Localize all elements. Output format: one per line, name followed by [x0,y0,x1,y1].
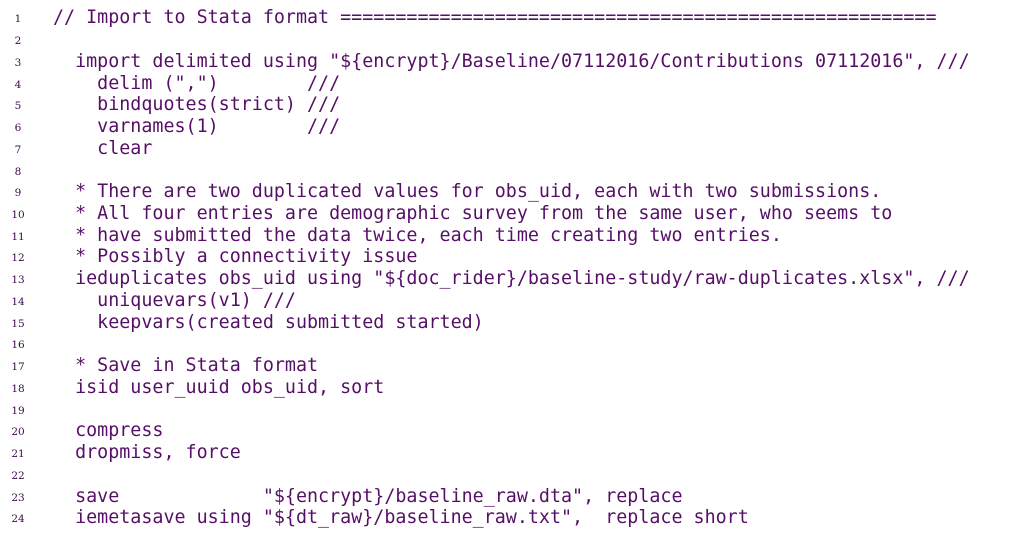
line-number: 9 [14,187,22,200]
code-line: 13 ieduplicates obs_uid using "${doc_rid… [0,268,970,290]
code-line: 16 [0,333,970,355]
code-text: compress [53,420,164,442]
code-line: 7 clear [0,137,970,159]
line-number: 22 [11,469,25,482]
line-number: 17 [11,361,25,374]
code-line: 11 * have submitted the data twice, each… [0,224,970,246]
line-number: 5 [14,100,22,113]
line-number: 7 [14,143,22,156]
line-number: 13 [11,274,25,287]
code-text: import delimited using "${encrypt}/Basel… [53,50,970,72]
line-number: 20 [11,426,25,439]
code-text: bindquotes(strict) /// [53,94,341,116]
code-line: 18 isid user_uuid obs_uid, sort [0,376,970,398]
line-number: 23 [11,491,25,504]
code-line: 20 compress [0,420,970,442]
code-line: 24 iemetasave using "${dt_raw}/baseline_… [0,507,970,529]
code-line: 4 delim (",") /// [0,72,970,94]
line-number: 4 [14,78,22,91]
code-line: 14 uniquevars(v1) /// [0,290,970,312]
code-line: 23 save "${encrypt}/baseline_raw.dta", r… [0,485,970,507]
code-text: // Import to Stata format ==============… [53,7,937,29]
code-listing: 1 // Import to Stata format =============… [0,7,970,529]
code-line: 5 bindquotes(strict) /// [0,94,970,116]
code-line: 1 // Import to Stata format =============… [0,7,970,29]
code-text: clear [53,137,153,159]
code-text: * Possibly a connectivity issue [53,246,418,268]
code-line: 21 dropmiss, force [0,442,970,464]
line-number: 15 [11,317,25,330]
line-number: 21 [11,448,25,461]
code-text: iemetasave using "${dt_raw}/baseline_raw… [53,507,749,529]
code-line: 22 [0,463,970,485]
code-line: 12 * Possibly a connectivity issue [0,246,970,268]
code-text: dropmiss, force [53,442,241,464]
code-text: * Save in Stata format [53,355,319,377]
line-number: 6 [14,122,22,135]
code-text: uniquevars(v1) /// [53,289,296,311]
line-number: 24 [11,513,25,526]
line-number: 12 [11,252,25,265]
code-text: * There are two duplicated values for ob… [53,181,882,203]
line-number: 14 [11,295,25,308]
code-text: save "${encrypt}/baseline_raw.dta", repl… [53,485,683,507]
code-text: varnames(1) /// [53,116,341,138]
code-text: isid user_uuid obs_uid, sort [53,376,385,398]
code-line: 3 import delimited using "${encrypt}/Bas… [0,50,970,72]
code-line: 9 * There are two duplicated values for … [0,181,970,203]
code-text: * have submitted the data twice, each ti… [53,224,782,246]
line-number: 11 [11,230,25,243]
code-line: 19 [0,398,970,420]
code-text: * All four entries are demographic surve… [53,202,893,224]
code-line: 10 * All four entries are demographic su… [0,203,970,225]
code-text: keepvars(created submitted started) [53,311,484,333]
code-line: 2 [0,29,970,51]
code-text: delim (",") /// [53,72,341,94]
line-number: 1 [14,13,22,26]
line-number: 16 [11,339,25,352]
line-number: 18 [11,382,25,395]
line-number: 10 [11,208,25,221]
line-number: 3 [14,56,22,69]
line-number: 2 [14,35,22,48]
code-line: 6 varnames(1) /// [0,116,970,138]
code-text: ieduplicates obs_uid using "${doc_rider}… [53,268,970,290]
code-line: 8 [0,159,970,181]
code-line: 15 keepvars(created submitted started) [0,311,970,333]
code-line: 17 * Save in Stata format [0,355,970,377]
line-number: 8 [14,165,22,178]
line-number: 19 [11,404,25,417]
